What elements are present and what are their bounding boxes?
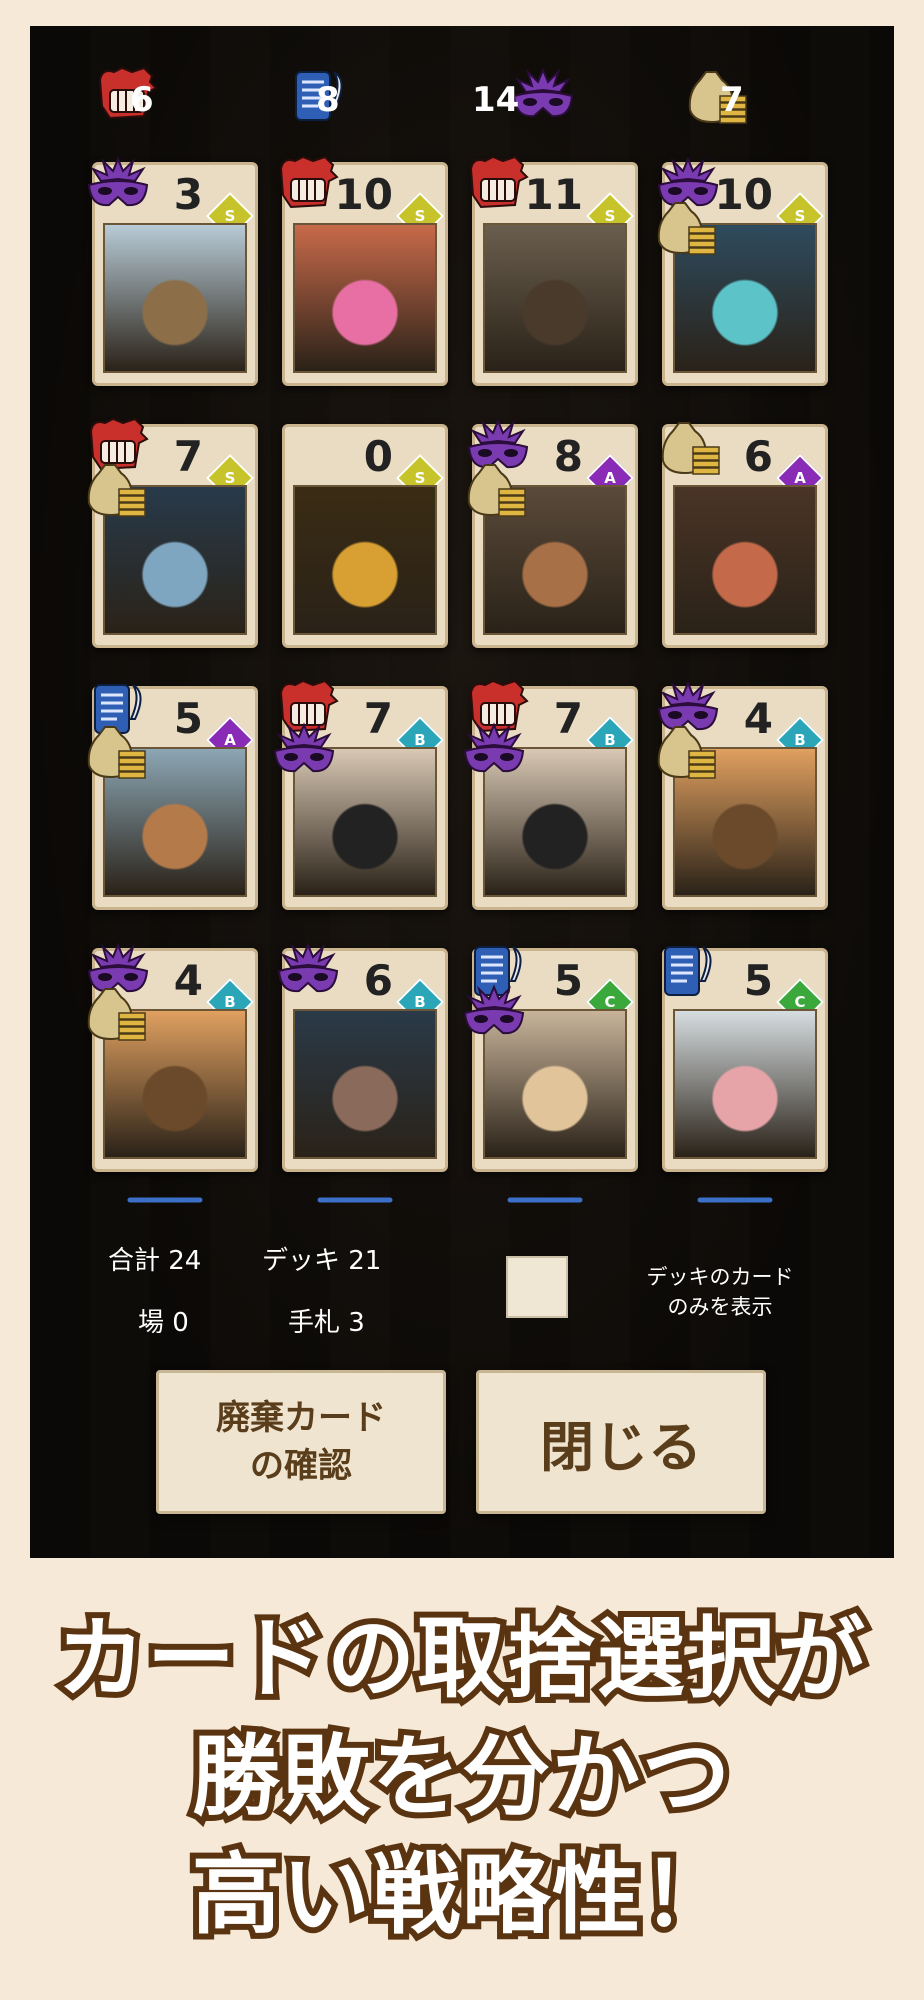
card[interactable]: 4B — [657, 680, 828, 910]
card-value: 11 — [524, 170, 583, 219]
check-discard-label-line1: 廃棄カード — [216, 1398, 386, 1438]
card-value: 4 — [743, 694, 773, 743]
card[interactable]: 10 S — [279, 155, 448, 386]
card-value: 5 — [743, 956, 773, 1005]
pig-scientist-icon — [673, 1009, 817, 1159]
card-value: 6 — [743, 432, 773, 481]
card[interactable]: 6B — [277, 942, 448, 1172]
gorilla-icon — [483, 223, 627, 373]
field-count: 場 0 — [138, 1308, 189, 1338]
card-value: 6 — [363, 956, 393, 1005]
card-value: 4 — [173, 956, 203, 1005]
card[interactable]: 0S — [282, 424, 448, 648]
money-bag-icon — [79, 721, 149, 781]
card-value: 10 — [334, 170, 393, 219]
card[interactable]: 10 S — [657, 156, 828, 386]
card-value: 7 — [363, 694, 393, 743]
deck-only-checkbox[interactable] — [506, 1256, 568, 1318]
close-button[interactable]: 閉じる — [476, 1370, 766, 1514]
promo-caption: カードの取捨選択が 勝敗を分かつ 高い戦略性！ — [0, 1600, 924, 1954]
hand-count: 手札 3 — [288, 1308, 365, 1338]
fist-icon — [463, 155, 533, 215]
card-value: 3 — [173, 170, 203, 219]
card-value: 10 — [714, 170, 773, 219]
money-bag-icon — [79, 459, 149, 519]
card[interactable]: 5A — [87, 684, 258, 910]
mask-icon — [83, 155, 153, 215]
money-bag-icon — [649, 721, 719, 781]
fox-lady-icon — [673, 485, 817, 635]
deck-count: デッキ 21 — [262, 1246, 382, 1276]
money-bag-icon — [649, 197, 719, 257]
card-value: 8 — [553, 432, 583, 481]
card-value: 5 — [553, 956, 583, 1005]
game-screen: 6 8 14 7 3 S 10 S 11 S 10 S 7 S 0 S 8 A 6 A 5 A 7 B 7 B 4 B 4 B 6 B 5 C 5… — [30, 26, 894, 1558]
card-value: 5 — [173, 694, 203, 743]
card[interactable]: 11 S — [469, 155, 638, 386]
total-count: 合計 24 — [108, 1246, 202, 1276]
promo-caption-line3: 高い戦略性！ — [186, 1837, 736, 1952]
promo-caption-line2: 勝敗を分かつ — [186, 1719, 736, 1834]
fist-icon — [273, 155, 343, 215]
close-button-label: 閉じる — [540, 1415, 702, 1479]
card-value: 7 — [553, 694, 583, 743]
deck-only-label-line1: デッキのカード — [646, 1265, 794, 1289]
card[interactable]: 5C — [463, 946, 638, 1172]
money-bag-icon — [79, 983, 149, 1043]
ferret-icon — [293, 1009, 437, 1159]
card-value: 7 — [173, 432, 203, 481]
mask-icon — [273, 941, 343, 1001]
mask-icon — [269, 721, 339, 781]
llama-icon — [103, 223, 247, 373]
treasure-chest-icon — [293, 485, 437, 635]
card-row-divider — [90, 1190, 840, 1210]
scroll-icon — [653, 941, 723, 1001]
deck-only-label-line2: のみを表示 — [667, 1295, 773, 1319]
card[interactable]: 7S — [87, 417, 258, 648]
check-discard-label-line2: の確認 — [250, 1446, 352, 1486]
card[interactable]: 4B — [87, 942, 258, 1172]
money-bag-icon — [653, 417, 723, 477]
promo-caption-line1: カードの取捨選択が — [51, 1601, 871, 1716]
check-discard-button[interactable]: 廃棄カード の確認 — [156, 1370, 446, 1514]
card[interactable]: 7B — [273, 679, 448, 910]
deck-only-label: デッキのカード のみを表示 — [620, 1262, 820, 1322]
card[interactable]: 3S — [87, 156, 258, 386]
card[interactable]: 5C — [662, 946, 828, 1172]
clown-lady-icon — [293, 223, 437, 373]
mask-icon — [459, 721, 529, 781]
money-bag-icon — [459, 459, 529, 519]
card[interactable]: 7B — [463, 679, 638, 910]
mask-icon — [459, 983, 529, 1043]
card-value: 0 — [363, 432, 393, 481]
card[interactable]: 6A — [661, 422, 828, 648]
card[interactable]: 8A — [467, 418, 638, 648]
